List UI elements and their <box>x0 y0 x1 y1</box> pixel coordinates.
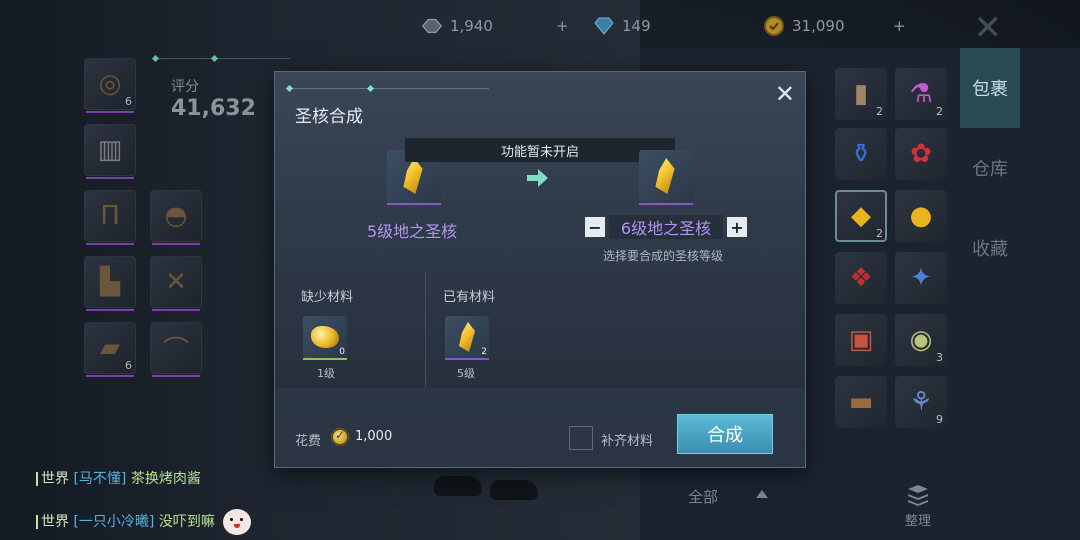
bag-item-toy[interactable]: ⚘ 9 <box>895 376 947 428</box>
bag-tabs: 包裹 仓库 收藏 <box>960 48 1080 468</box>
gold-crystal-icon <box>403 158 423 194</box>
resource-diamond: 149 <box>592 14 651 38</box>
decor-line <box>289 88 489 89</box>
close-bag-icon[interactable]: ✕ <box>974 8 1003 48</box>
pants-icon: Π <box>100 201 120 231</box>
ring-icon: ✕ <box>165 267 187 297</box>
bag-item-red-gem[interactable]: ❖ <box>835 252 887 304</box>
cat-emoji-icon <box>223 509 252 535</box>
decor-dot <box>285 84 294 93</box>
autofill-checkbox[interactable] <box>569 426 593 450</box>
owned-material-item[interactable]: 2 <box>445 316 489 360</box>
gold-crystal-icon <box>655 158 675 194</box>
decor-dot <box>366 84 375 93</box>
flask-icon: ⚱ <box>850 139 872 169</box>
filter-expand-icon[interactable] <box>756 490 768 498</box>
resource-value: 31,090 <box>792 17 845 35</box>
sort-button[interactable]: 整理 <box>900 484 936 529</box>
bag-item-blue-flask[interactable]: ⚱ <box>835 128 887 180</box>
score-label: 评分 <box>171 79 199 95</box>
increase-level-button[interactable]: + <box>727 217 747 237</box>
dialog-title: 圣核合成 <box>295 107 363 127</box>
tab-favorites[interactable]: 收藏 <box>960 208 1020 288</box>
missing-material-item[interactable]: 0 <box>303 316 347 360</box>
bag-item-earth-core[interactable]: ◆ 2 <box>835 190 887 242</box>
equip-slot-boots[interactable]: ▙ <box>84 256 136 311</box>
equip-slot-armor[interactable]: ▥ <box>84 124 136 179</box>
bag-item-gold-nugget[interactable]: ● <box>895 190 947 242</box>
resource-value: 1,940 <box>450 17 493 35</box>
core-synthesis-dialog: 圣核合成 ✕ 功能暂未开启 5级地之圣核 − 6级地之圣核 + 选择要合成的圣核… <box>275 72 805 467</box>
target-core-slot[interactable] <box>639 150 693 205</box>
diamond-icon <box>592 15 616 37</box>
red-pack-icon: ▣ <box>848 325 874 355</box>
equip-slot-hat[interactable]: ◓ <box>150 190 202 245</box>
owned-materials-label: 已有材料 <box>443 290 496 305</box>
bag-item-tea[interactable]: ◉ 3 <box>895 314 947 366</box>
level-stepper: − 6级地之圣核 + <box>585 215 747 239</box>
bag-item-log[interactable]: ▬ <box>835 376 887 428</box>
source-core-label: 5级地之圣核 <box>367 222 458 241</box>
filter-all-label[interactable]: 全部 <box>688 486 718 507</box>
resource-value: 149 <box>622 17 651 35</box>
rose-icon: ✿ <box>910 139 932 169</box>
autofill-label: 补齐材料 <box>601 434 654 449</box>
cost-value: 1,000 <box>355 429 393 444</box>
log-icon: ▬ <box>848 387 874 417</box>
bag-item-rose[interactable]: ✿ <box>895 128 947 180</box>
bound-gem-icon <box>420 15 444 37</box>
equip-slot-necklace[interactable]: ◎ 6 <box>84 58 136 113</box>
add-gold-button[interactable]: + <box>893 14 906 38</box>
level-hint: 选择要合成的圣核等级 <box>603 249 724 263</box>
red-gem-icon: ❖ <box>849 263 873 293</box>
materials-section <box>275 266 805 388</box>
sort-icon <box>908 485 928 506</box>
missing-material-level: 1级 <box>317 367 335 380</box>
owned-material-level: 5级 <box>457 367 475 380</box>
gold-nugget-icon <box>311 326 339 348</box>
gold-nugget-icon: ● <box>909 201 933 231</box>
chat-line[interactable]: 世界 [一只小冷曦] 没吓到嘛 <box>36 509 252 535</box>
tab-bag[interactable]: 包裹 <box>960 48 1020 128</box>
synthesize-button[interactable]: 合成 <box>678 415 772 453</box>
gold-coin-icon <box>331 428 349 446</box>
boots-icon: ▙ <box>100 267 120 297</box>
arrow-right-icon <box>527 169 548 187</box>
amulet-icon: ⌒ <box>162 335 189 366</box>
bag-item-scroll[interactable]: ▮ 2 <box>835 68 887 120</box>
missing-materials-label: 缺少材料 <box>301 290 354 305</box>
score-value: 41,632 <box>171 96 256 121</box>
resource-gold: 31,090 <box>762 14 845 38</box>
equip-slot-amulet[interactable]: ⌒ <box>150 322 202 377</box>
feature-locked-banner: 功能暂未开启 <box>405 138 675 162</box>
divider <box>425 272 426 387</box>
equip-slot-pants[interactable]: Π <box>84 190 136 245</box>
character-model <box>430 466 540 510</box>
gold-crystal-icon <box>459 322 475 352</box>
close-icon[interactable]: ✕ <box>775 80 795 108</box>
add-bound-gem-button[interactable]: + <box>556 14 569 38</box>
cost-label: 花费 <box>295 434 322 449</box>
hat-icon: ◓ <box>164 201 188 231</box>
chat-line[interactable]: 世界 [马不懂] 茶换烤肉酱 <box>36 468 201 488</box>
tab-warehouse[interactable]: 仓库 <box>960 128 1020 208</box>
resource-bound-gem: 1,940 <box>420 14 493 38</box>
target-core-label: 6级地之圣核 <box>609 215 723 239</box>
equip-slot-ring[interactable]: ✕ <box>150 256 202 311</box>
decrease-level-button[interactable]: − <box>585 217 605 237</box>
gold-coin-icon <box>762 15 786 37</box>
blue-crystal-icon: ✦ <box>910 263 932 293</box>
bag-item-potion[interactable]: ⚗ 2 <box>895 68 947 120</box>
decor-line <box>155 58 290 59</box>
equip-slot-bracer[interactable]: ▰ 6 <box>84 322 136 377</box>
armor-icon: ▥ <box>97 135 123 165</box>
bag-item-blue-crystal[interactable]: ✦ <box>895 252 947 304</box>
bag-item-red-pack[interactable]: ▣ <box>835 314 887 366</box>
